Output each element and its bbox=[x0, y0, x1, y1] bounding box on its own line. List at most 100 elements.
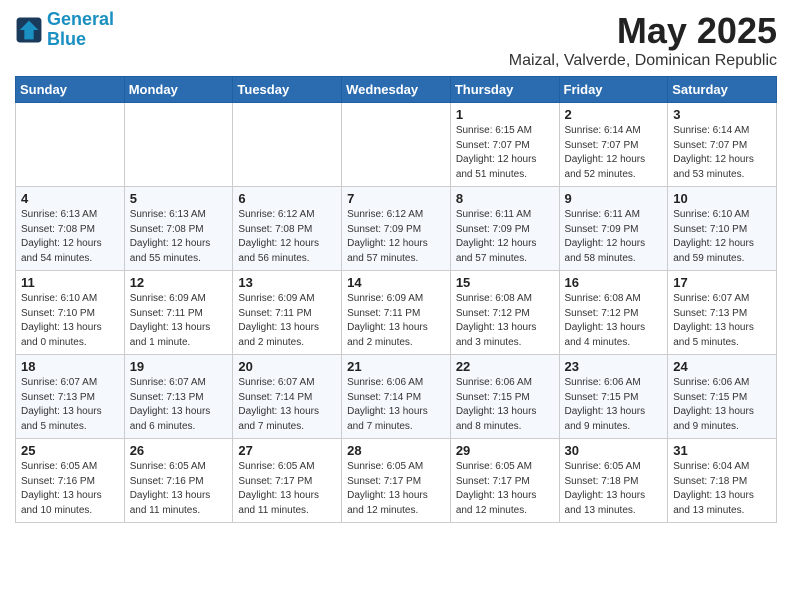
calendar-cell: 10 Sunrise: 6:10 AM Sunset: 7:10 PM Dayli… bbox=[668, 187, 777, 271]
calendar-cell: 28 Sunrise: 6:05 AM Sunset: 7:17 PM Dayli… bbox=[342, 439, 451, 523]
day-info: Sunrise: 6:09 AM Sunset: 7:11 PM Dayligh… bbox=[130, 292, 228, 350]
calendar-cell: 20 Sunrise: 6:07 AM Sunset: 7:14 PM Dayli… bbox=[233, 355, 342, 439]
calendar-week-2: 4Sunrise: 6:13 AM Sunset: 7:08 PM Daylig… bbox=[16, 187, 777, 271]
day-info: Sunrise: 6:07 AM Sunset: 7:14 PM Dayligh… bbox=[238, 376, 336, 434]
day-number: 2 bbox=[565, 107, 663, 122]
calendar-cell bbox=[16, 103, 125, 187]
day-info: Sunrise: 6:05 AM Sunset: 7:16 PM Dayligh… bbox=[21, 460, 119, 518]
day-number: 25 bbox=[21, 443, 119, 458]
day-info: Sunrise: 6:11 AM Sunset: 7:09 PM Dayligh… bbox=[565, 208, 663, 266]
calendar-cell: 5 Sunrise: 6:13 AM Sunset: 7:08 PM Daylig… bbox=[124, 187, 233, 271]
day-number: 6 bbox=[238, 191, 336, 206]
calendar-week-3: 11 Sunrise: 6:10 AM Sunset: 7:10 PM Dayli… bbox=[16, 271, 777, 355]
calendar-cell: 15 Sunrise: 6:08 AM Sunset: 7:12 PM Dayli… bbox=[450, 271, 559, 355]
day-number: 19 bbox=[130, 359, 228, 374]
weekday-header-tuesday: Tuesday bbox=[233, 77, 342, 103]
day-info: Sunrise: 6:08 AM Sunset: 7:12 PM Dayligh… bbox=[565, 292, 663, 350]
weekday-header-wednesday: Wednesday bbox=[342, 77, 451, 103]
calendar-body: 1 Sunrise: 6:15 AM Sunset: 7:07 PM Daylig… bbox=[16, 103, 777, 523]
weekday-header-sunday: Sunday bbox=[16, 77, 125, 103]
day-info: Sunrise: 6:04 AM Sunset: 7:18 PM Dayligh… bbox=[673, 460, 771, 518]
calendar-title: May 2025 bbox=[509, 10, 777, 52]
day-number: 23 bbox=[565, 359, 663, 374]
day-info: Sunrise: 6:10 AM Sunset: 7:10 PM Dayligh… bbox=[21, 292, 119, 350]
day-number: 7 bbox=[347, 191, 445, 206]
day-number: 27 bbox=[238, 443, 336, 458]
calendar-week-1: 1 Sunrise: 6:15 AM Sunset: 7:07 PM Daylig… bbox=[16, 103, 777, 187]
day-info: Sunrise: 6:09 AM Sunset: 7:11 PM Dayligh… bbox=[238, 292, 336, 350]
day-number: 31 bbox=[673, 443, 771, 458]
calendar-cell: 30 Sunrise: 6:05 AM Sunset: 7:18 PM Dayli… bbox=[559, 439, 668, 523]
day-info: Sunrise: 6:06 AM Sunset: 7:15 PM Dayligh… bbox=[565, 376, 663, 434]
day-number: 29 bbox=[456, 443, 554, 458]
calendar-cell: 1 Sunrise: 6:15 AM Sunset: 7:07 PM Daylig… bbox=[450, 103, 559, 187]
day-info: Sunrise: 6:10 AM Sunset: 7:10 PM Dayligh… bbox=[673, 208, 771, 266]
day-info: Sunrise: 6:07 AM Sunset: 7:13 PM Dayligh… bbox=[673, 292, 771, 350]
day-info: Sunrise: 6:12 AM Sunset: 7:09 PM Dayligh… bbox=[347, 208, 445, 266]
calendar-cell bbox=[124, 103, 233, 187]
day-info: Sunrise: 6:05 AM Sunset: 7:18 PM Dayligh… bbox=[565, 460, 663, 518]
calendar-cell: 17 Sunrise: 6:07 AM Sunset: 7:13 PM Dayli… bbox=[668, 271, 777, 355]
day-number: 11 bbox=[21, 275, 119, 290]
day-number: 9 bbox=[565, 191, 663, 206]
calendar-subtitle: Maizal, Valverde, Dominican Republic bbox=[509, 52, 777, 70]
calendar-cell: 31 Sunrise: 6:04 AM Sunset: 7:18 PM Dayli… bbox=[668, 439, 777, 523]
calendar-cell: 2 Sunrise: 6:14 AM Sunset: 7:07 PM Daylig… bbox=[559, 103, 668, 187]
day-info: Sunrise: 6:07 AM Sunset: 7:13 PM Dayligh… bbox=[21, 376, 119, 434]
calendar-cell: 12Sunrise: 6:09 AM Sunset: 7:11 PM Dayli… bbox=[124, 271, 233, 355]
day-info: Sunrise: 6:05 AM Sunset: 7:17 PM Dayligh… bbox=[238, 460, 336, 518]
day-number: 15 bbox=[456, 275, 554, 290]
day-info: Sunrise: 6:12 AM Sunset: 7:08 PM Dayligh… bbox=[238, 208, 336, 266]
weekday-header-saturday: Saturday bbox=[668, 77, 777, 103]
calendar-cell: 26Sunrise: 6:05 AM Sunset: 7:16 PM Dayli… bbox=[124, 439, 233, 523]
day-number: 28 bbox=[347, 443, 445, 458]
day-number: 1 bbox=[456, 107, 554, 122]
calendar-cell: 25 Sunrise: 6:05 AM Sunset: 7:16 PM Dayli… bbox=[16, 439, 125, 523]
day-number: 14 bbox=[347, 275, 445, 290]
calendar-cell: 13 Sunrise: 6:09 AM Sunset: 7:11 PM Dayli… bbox=[233, 271, 342, 355]
day-number: 5 bbox=[130, 191, 228, 206]
day-info: Sunrise: 6:14 AM Sunset: 7:07 PM Dayligh… bbox=[565, 124, 663, 182]
calendar-cell: 11 Sunrise: 6:10 AM Sunset: 7:10 PM Dayli… bbox=[16, 271, 125, 355]
weekday-header-monday: Monday bbox=[124, 77, 233, 103]
calendar-cell: 29Sunrise: 6:05 AM Sunset: 7:17 PM Dayli… bbox=[450, 439, 559, 523]
day-info: Sunrise: 6:07 AM Sunset: 7:13 PM Dayligh… bbox=[130, 376, 228, 434]
day-info: Sunrise: 6:06 AM Sunset: 7:15 PM Dayligh… bbox=[673, 376, 771, 434]
calendar-cell bbox=[342, 103, 451, 187]
day-number: 13 bbox=[238, 275, 336, 290]
calendar-cell: 14 Sunrise: 6:09 AM Sunset: 7:11 PM Dayli… bbox=[342, 271, 451, 355]
calendar-table: SundayMondayTuesdayWednesdayThursdayFrid… bbox=[15, 76, 777, 523]
day-info: Sunrise: 6:13 AM Sunset: 7:08 PM Dayligh… bbox=[130, 208, 228, 266]
calendar-cell: 7 Sunrise: 6:12 AM Sunset: 7:09 PM Daylig… bbox=[342, 187, 451, 271]
day-number: 22 bbox=[456, 359, 554, 374]
calendar-cell: 27 Sunrise: 6:05 AM Sunset: 7:17 PM Dayli… bbox=[233, 439, 342, 523]
day-info: Sunrise: 6:05 AM Sunset: 7:17 PM Dayligh… bbox=[347, 460, 445, 518]
day-number: 10 bbox=[673, 191, 771, 206]
day-number: 8 bbox=[456, 191, 554, 206]
day-number: 30 bbox=[565, 443, 663, 458]
day-number: 20 bbox=[238, 359, 336, 374]
calendar-cell: 19 Sunrise: 6:07 AM Sunset: 7:13 PM Dayli… bbox=[124, 355, 233, 439]
calendar-cell: 23 Sunrise: 6:06 AM Sunset: 7:15 PM Dayli… bbox=[559, 355, 668, 439]
weekday-header-friday: Friday bbox=[559, 77, 668, 103]
day-number: 17 bbox=[673, 275, 771, 290]
weekday-header-thursday: Thursday bbox=[450, 77, 559, 103]
calendar-header: SundayMondayTuesdayWednesdayThursdayFrid… bbox=[16, 77, 777, 103]
weekday-row: SundayMondayTuesdayWednesdayThursdayFrid… bbox=[16, 77, 777, 103]
calendar-week-4: 18Sunrise: 6:07 AM Sunset: 7:13 PM Dayli… bbox=[16, 355, 777, 439]
day-info: Sunrise: 6:06 AM Sunset: 7:15 PM Dayligh… bbox=[456, 376, 554, 434]
logo-icon bbox=[15, 16, 43, 44]
day-number: 21 bbox=[347, 359, 445, 374]
calendar-cell: 16 Sunrise: 6:08 AM Sunset: 7:12 PM Dayli… bbox=[559, 271, 668, 355]
day-number: 3 bbox=[673, 107, 771, 122]
calendar-cell: 22 Sunrise: 6:06 AM Sunset: 7:15 PM Dayli… bbox=[450, 355, 559, 439]
page-header: General Blue May 2025 Maizal, Valverde, … bbox=[15, 10, 777, 70]
day-info: Sunrise: 6:08 AM Sunset: 7:12 PM Dayligh… bbox=[456, 292, 554, 350]
day-info: Sunrise: 6:09 AM Sunset: 7:11 PM Dayligh… bbox=[347, 292, 445, 350]
day-number: 16 bbox=[565, 275, 663, 290]
calendar-cell bbox=[233, 103, 342, 187]
day-info: Sunrise: 6:05 AM Sunset: 7:16 PM Dayligh… bbox=[130, 460, 228, 518]
day-info: Sunrise: 6:14 AM Sunset: 7:07 PM Dayligh… bbox=[673, 124, 771, 182]
day-info: Sunrise: 6:15 AM Sunset: 7:07 PM Dayligh… bbox=[456, 124, 554, 182]
calendar-cell: 18Sunrise: 6:07 AM Sunset: 7:13 PM Dayli… bbox=[16, 355, 125, 439]
